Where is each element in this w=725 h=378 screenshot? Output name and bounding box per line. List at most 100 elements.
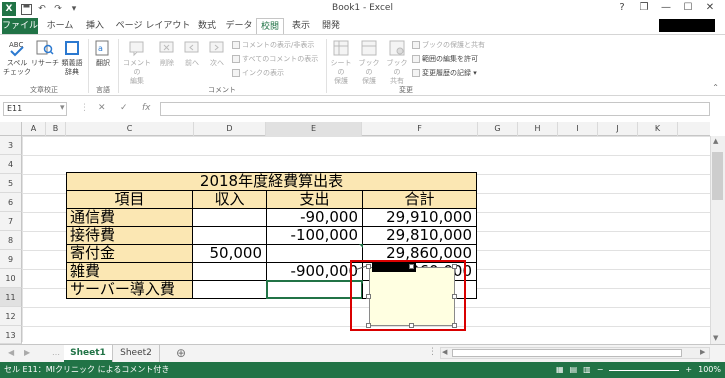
header-income[interactable]: 収入: [192, 190, 267, 209]
column-header[interactable]: G: [478, 122, 518, 136]
cell-total[interactable]: 29,910,000: [362, 208, 477, 227]
translate-button[interactable]: a 翻訳: [90, 39, 116, 68]
column-header[interactable]: K: [638, 122, 678, 136]
cell-income[interactable]: [192, 280, 267, 299]
row-header[interactable]: 13: [0, 326, 22, 344]
page-break-view-icon[interactable]: ▥: [583, 362, 591, 378]
research-button[interactable]: リサーチ: [31, 39, 59, 68]
zoom-in-icon[interactable]: +: [685, 362, 692, 378]
row-header[interactable]: 11: [0, 288, 22, 307]
table-title[interactable]: 2018年度経費算出表: [66, 172, 477, 191]
row-header[interactable]: 10: [0, 269, 22, 288]
next-sheet-icon[interactable]: ▶: [24, 348, 30, 357]
tab-data[interactable]: データ: [222, 18, 256, 34]
column-header[interactable]: B: [46, 122, 66, 136]
column-header[interactable]: J: [598, 122, 638, 136]
row-header[interactable]: 6: [0, 193, 22, 212]
show-ink-button[interactable]: インクの表示: [232, 68, 284, 78]
cell-income[interactable]: [192, 262, 267, 281]
sheet-tab-sheet1[interactable]: Sheet1: [64, 345, 112, 362]
cell-income[interactable]: 50,000: [192, 244, 267, 263]
cell-expense[interactable]: -90,000: [266, 208, 363, 227]
insert-function-icon[interactable]: fx: [142, 103, 151, 113]
vertical-scroll-thumb[interactable]: [712, 152, 723, 200]
cell-item[interactable]: 寄付金: [66, 244, 193, 263]
column-header[interactable]: F: [362, 122, 478, 136]
tab-insert[interactable]: 挿入: [80, 18, 110, 34]
row-header[interactable]: 9: [0, 250, 22, 269]
row-header[interactable]: 12: [0, 307, 22, 326]
help-button[interactable]: ?: [611, 2, 633, 13]
maximize-button[interactable]: ☐: [677, 2, 699, 13]
tab-page-layout[interactable]: ページ レイアウト: [114, 18, 192, 34]
cancel-icon[interactable]: ✕: [98, 103, 106, 113]
previous-sheet-icon[interactable]: ◀: [8, 348, 14, 357]
scroll-up-icon[interactable]: ▲: [713, 137, 718, 145]
tab-split-icon[interactable]: ⋮: [428, 347, 437, 357]
show-hide-comment-button[interactable]: コメントの表示/非表示: [232, 40, 314, 50]
scroll-left-icon[interactable]: ◀: [442, 348, 447, 356]
column-header[interactable]: C: [66, 122, 194, 136]
close-button[interactable]: ✕: [699, 2, 721, 13]
delete-comment-button[interactable]: 削除: [155, 39, 179, 68]
selected-cell-e11[interactable]: [266, 280, 363, 299]
zoom-out-icon[interactable]: −: [597, 362, 604, 378]
page-layout-view-icon[interactable]: ▤: [570, 362, 578, 378]
sheet-tab-sheet2[interactable]: Sheet2: [112, 345, 160, 362]
header-item[interactable]: 項目: [66, 190, 193, 209]
minimize-button[interactable]: —: [655, 2, 677, 13]
previous-comment-button[interactable]: 前へ: [180, 39, 204, 68]
header-expense[interactable]: 支出: [266, 190, 363, 209]
normal-view-icon[interactable]: ▦: [556, 362, 564, 378]
protect-sheet-button[interactable]: シートの 保護: [328, 39, 354, 86]
tab-file[interactable]: ファイル: [2, 18, 38, 34]
tab-home[interactable]: ホーム: [42, 18, 78, 34]
next-comment-button[interactable]: 次へ: [205, 39, 229, 68]
tab-view[interactable]: 表示: [286, 18, 316, 34]
column-header[interactable]: D: [194, 122, 266, 136]
zoom-level[interactable]: 100%: [698, 362, 721, 378]
row-header[interactable]: 4: [0, 155, 22, 174]
cell-expense[interactable]: [266, 244, 363, 263]
tab-review[interactable]: 校閲: [256, 18, 284, 34]
row-header[interactable]: 3: [0, 136, 22, 155]
show-all-comments-button[interactable]: すべてのコメントの表示: [232, 54, 318, 64]
row-header[interactable]: 5: [0, 174, 22, 193]
name-box[interactable]: E11: [3, 102, 67, 116]
column-header[interactable]: H: [518, 122, 558, 136]
account-name-redacted[interactable]: [659, 19, 715, 32]
cell-income[interactable]: [192, 208, 267, 227]
track-changes-button[interactable]: 変更履歴の記録 ▾: [412, 68, 477, 78]
cell-item[interactable]: 接待費: [66, 226, 193, 245]
tab-developer[interactable]: 開発: [318, 18, 344, 34]
sheet-overflow-icon[interactable]: …: [52, 348, 60, 357]
cell-item[interactable]: 通信費: [66, 208, 193, 227]
thesaurus-button[interactable]: 類義語 辞典: [58, 39, 86, 77]
cell-expense[interactable]: -900,000: [266, 262, 363, 281]
collapse-ribbon-icon[interactable]: ⌃: [712, 83, 719, 92]
cell-income[interactable]: [192, 226, 267, 245]
protect-workbook-button[interactable]: ブックの 保護: [356, 39, 382, 86]
zoom-slider[interactable]: [609, 369, 680, 371]
spelling-button[interactable]: ABC スペル チェック: [3, 39, 31, 77]
column-header[interactable]: I: [558, 122, 598, 136]
enter-icon[interactable]: ✓: [120, 103, 128, 113]
cell-total[interactable]: 29,810,000: [362, 226, 477, 245]
ribbon-display-button[interactable]: ❐: [633, 2, 655, 13]
scroll-right-icon[interactable]: ▶: [700, 348, 705, 356]
row-header[interactable]: 8: [0, 231, 22, 250]
tab-formulas[interactable]: 数式: [192, 18, 222, 34]
cell-item[interactable]: サーバー導入費: [66, 280, 193, 299]
add-sheet-icon[interactable]: ⊕: [176, 346, 186, 360]
protect-and-share-button[interactable]: ブックの保護と共有: [412, 40, 485, 50]
formula-input[interactable]: [160, 102, 710, 116]
allow-edit-ranges-button[interactable]: 範囲の編集を許可: [412, 54, 478, 64]
column-header[interactable]: E: [266, 122, 362, 136]
select-all-corner[interactable]: [0, 122, 22, 136]
column-header[interactable]: A: [22, 122, 46, 136]
cell-expense[interactable]: -100,000: [266, 226, 363, 245]
cell-item[interactable]: 雑費: [66, 262, 193, 281]
header-total[interactable]: 合計: [362, 190, 477, 209]
row-header[interactable]: 7: [0, 212, 22, 231]
horizontal-scroll-thumb[interactable]: [452, 349, 682, 357]
